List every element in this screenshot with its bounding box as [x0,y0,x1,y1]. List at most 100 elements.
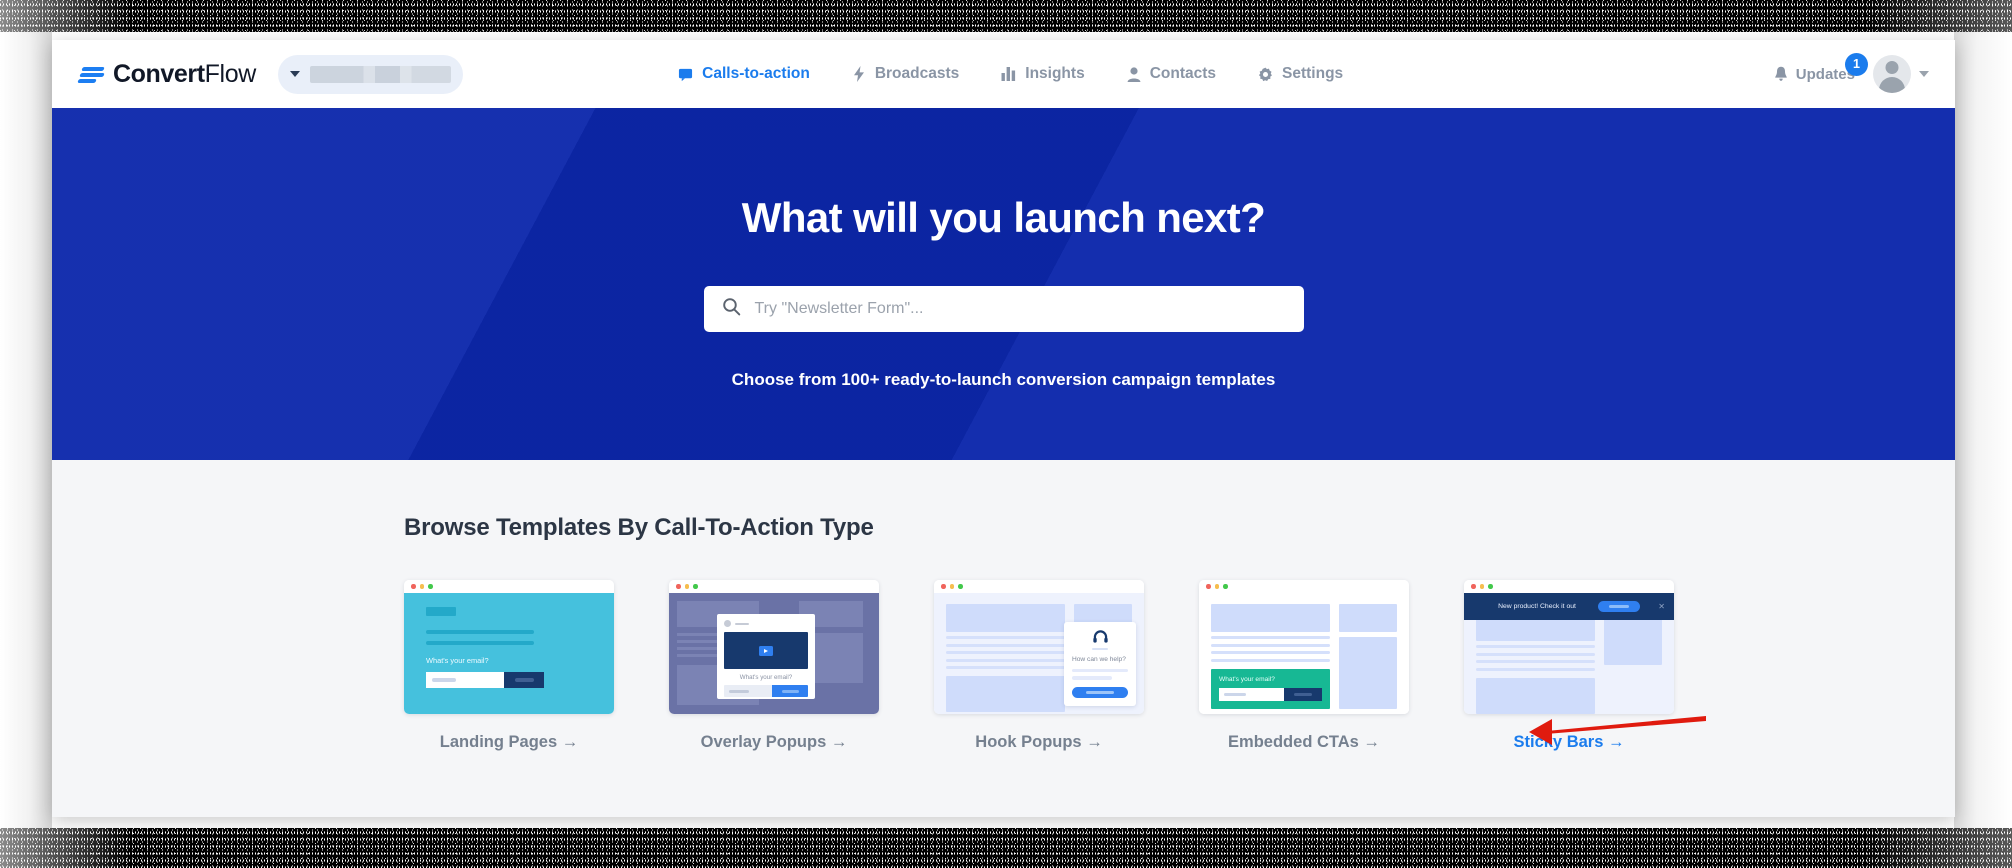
account-switcher[interactable] [277,54,463,94]
mock-email-input [724,685,772,697]
window-minimize-dot-icon [1214,584,1219,589]
mock-text-line [1476,645,1595,649]
account-name-redacted [309,65,451,83]
mock-cta-button [1072,686,1128,698]
window-close-dot-icon [1471,584,1476,589]
mock-text-line [1072,676,1113,680]
brand-name-light: Flow [204,59,257,88]
nav-item-contacts[interactable]: Contacts [1127,65,1216,83]
mock-side-column [1339,604,1397,709]
mock-submit-button [1284,687,1322,701]
mock-block [1339,604,1397,632]
preview-body: New product! Check it out ✕ [1464,593,1674,714]
headset-icon [1072,630,1128,645]
mock-text-line [946,636,1065,640]
nav-item-settings[interactable]: Settings [1258,65,1343,83]
mock-layout-row [1476,619,1662,714]
capture-noise-band-top [0,0,2012,32]
browser-chrome-bar [1199,580,1409,593]
mock-modal-header [724,620,808,627]
nav-item-broadcasts[interactable]: Broadcasts [852,65,959,83]
template-card-label[interactable]: Landing Pages → [404,733,614,752]
hook-popup-mock: How can we help? [934,593,1144,714]
mock-email-input [1219,687,1284,701]
mock-submit-button [772,685,808,697]
template-card-label[interactable]: Embedded CTAs → [1199,733,1409,752]
template-card-embedded-ctas[interactable]: What's your email? Embedded CTAs → [1199,580,1409,752]
mock-form [426,672,592,688]
template-search-bar[interactable]: Try "Newsletter Form"... [703,286,1304,332]
mock-text-line [1072,668,1128,673]
play-button-icon [759,645,773,656]
template-card-landing-pages[interactable]: What's your email? Landing Pages → [404,580,614,752]
nav-item-insights[interactable]: Insights [1001,65,1085,83]
mock-layout-row: What's your email? [1211,604,1397,709]
window-close-dot-icon [941,584,946,589]
window-maximize-dot-icon [428,584,433,589]
mock-block [1339,637,1397,709]
mock-text-line [1476,660,1595,664]
embedded-cta-mock: What's your email? [1199,593,1409,714]
window-minimize-dot-icon [1479,584,1484,589]
search-input[interactable]: Try "Newsletter Form"... [755,300,924,318]
caret-down-icon [289,71,300,77]
mock-main-column [946,604,1065,713]
preview-body: What's your email? [1199,593,1409,714]
person-icon [1127,66,1141,82]
window-close-dot-icon [411,584,416,589]
nav-label: Contacts [1149,65,1217,82]
user-menu[interactable] [1872,55,1929,93]
updates-badge: 1 [1844,52,1868,76]
chat-bubble-icon [678,67,693,82]
mock-form-label: What's your email? [1219,675,1275,683]
mock-form [1219,687,1322,701]
window-maximize-dot-icon [1223,584,1228,589]
window-maximize-dot-icon [958,584,963,589]
nav-item-calls-to-action[interactable]: Calls-to-action [678,65,810,83]
mock-text-line [1211,658,1330,662]
template-card-label[interactable]: Overlay Popups → [669,733,879,752]
mock-modal: What's your email? [717,614,815,699]
brand-name: ConvertFlow [113,60,256,89]
page-title: What will you launch next? [741,194,1266,241]
close-x-icon: ✕ [1658,602,1665,611]
mock-video [724,632,808,669]
window-minimize-dot-icon [419,584,424,589]
mock-text-line [946,651,1065,655]
window-close-dot-icon [676,584,681,589]
mock-text-line [735,622,749,625]
mock-text-line [946,643,1065,647]
lightning-bolt-icon [852,66,866,82]
window-close-dot-icon [1206,584,1211,589]
mock-text-line [1211,643,1330,647]
landing-page-mock: What's your email? [404,593,614,714]
brand-logo[interactable]: ConvertFlow [77,60,256,89]
mock-side-column [1604,619,1662,714]
window-maximize-dot-icon [1488,584,1493,589]
templates-section: Browse Templates By Call-To-Action Type [52,460,1955,817]
template-card-label[interactable]: Sticky Bars → [1464,733,1674,752]
app-window: ConvertFlow Calls-to-action Broadcasts I… [52,40,1955,817]
template-card-label[interactable]: Hook Popups → [934,733,1144,752]
mock-block [946,604,1065,632]
browser-chrome-bar [1464,580,1674,593]
mock-hook-widget: How can we help? [1064,622,1136,706]
mock-form-label: What's your email? [739,674,793,681]
mock-block [1604,619,1662,665]
mock-main-column [1476,619,1595,714]
screenshot-canvas: ConvertFlow Calls-to-action Broadcasts I… [0,0,2012,868]
template-card-sticky-bars[interactable]: New product! Check it out ✕ Sticky Bars … [1464,580,1674,752]
template-card-hook-popups[interactable]: How can we help? Hook Popups → [934,580,1144,752]
hero-subtitle: Choose from 100+ ready-to-launch convers… [731,370,1276,389]
overlay-popup-mock: What's your email? [669,593,879,714]
mock-embedded-cta: What's your email? [1211,668,1330,709]
updates-button[interactable]: Updates 1 [1774,52,1868,83]
mock-text-line [1476,667,1595,671]
gear-icon [1258,67,1273,82]
window-minimize-dot-icon [684,584,689,589]
browser-chrome-bar [404,580,614,593]
mock-cta-button [1597,601,1640,612]
window-maximize-dot-icon [693,584,698,589]
template-card-overlay-popups[interactable]: What's your email? Overlay Popups → [669,580,879,752]
nav-label: Calls-to-action [702,65,810,82]
